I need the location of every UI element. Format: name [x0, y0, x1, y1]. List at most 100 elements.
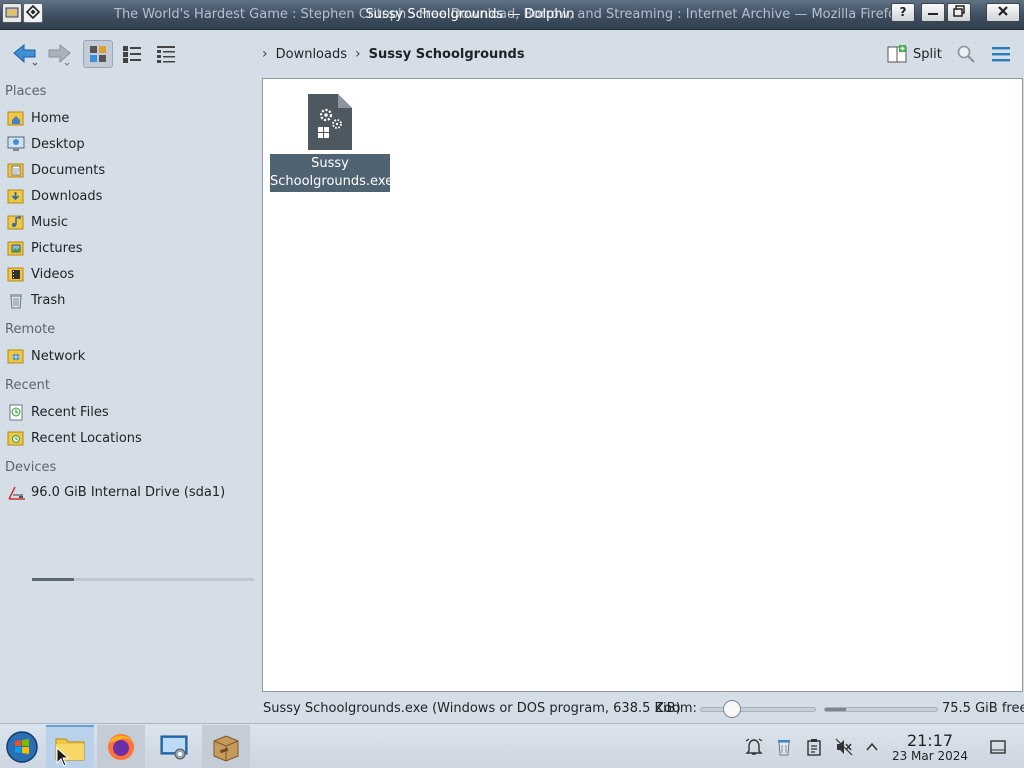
- sidebar-item-label: Home: [31, 110, 70, 126]
- section-remote: Remote: [5, 322, 56, 337]
- details-view-button[interactable]: [151, 40, 181, 68]
- breadcrumb: › Downloads › Sussy Schoolgrounds: [262, 46, 525, 62]
- trash-icon: [7, 291, 25, 309]
- compact-view-icon: [123, 46, 141, 63]
- videos-folder-icon: [7, 265, 25, 283]
- hamburger-icon: [992, 47, 1010, 62]
- zoom-slider-handle[interactable]: [723, 700, 742, 718]
- sidebar-item-label: Pictures: [31, 240, 83, 256]
- file-name-line: Schoolgrounds.exe: [270, 174, 394, 189]
- section-devices: Devices: [5, 460, 57, 475]
- firefox-icon: [108, 733, 134, 760]
- documents-folder-icon: [7, 161, 25, 179]
- status-file-info: Sussy Schoolgrounds.exe (Windows or DOS …: [263, 701, 681, 716]
- sidebar-item-music[interactable]: Music: [7, 211, 68, 233]
- clock[interactable]: 21:17 23 Mar 2024: [888, 732, 972, 763]
- hamburger-menu-button[interactable]: [986, 40, 1016, 68]
- sidebar-item-pictures[interactable]: Pictures: [7, 237, 82, 259]
- sidebar-item-recent-locations[interactable]: Recent Locations: [7, 427, 142, 449]
- sidebar-item-label: Videos: [31, 266, 75, 282]
- sidebar-item-network[interactable]: Network: [7, 345, 85, 367]
- show-desktop-icon[interactable]: [988, 737, 1008, 757]
- sidebar-item-label: 96.0 GiB Internal Drive (sda1): [31, 484, 226, 500]
- minimize-button[interactable]: [921, 3, 945, 22]
- notifications-icon[interactable]: [744, 737, 764, 757]
- mouse-cursor-icon: [56, 747, 70, 767]
- taskbar-dolphin[interactable]: [46, 725, 94, 768]
- breadcrumb-current[interactable]: Sussy Schoolgrounds: [369, 47, 525, 62]
- free-space-label: 75.5 GiB free: [942, 701, 1024, 716]
- icons-view-button[interactable]: [83, 40, 113, 68]
- back-button[interactable]: [8, 40, 42, 68]
- details-view-icon: [157, 46, 175, 63]
- sidebar-item-desktop[interactable]: Desktop: [7, 133, 85, 155]
- home-folder-icon: [7, 109, 25, 127]
- search-icon: [957, 45, 975, 63]
- sidebar-item-internal-drive[interactable]: 96.0 GiB Internal Drive (sda1): [7, 481, 225, 503]
- drive-usage-fill: [32, 578, 75, 581]
- places-panel: Places Home Desktop Documents Downloads …: [0, 78, 262, 696]
- hard-drive-icon: [7, 483, 25, 501]
- file-view[interactable]: Sussy Schoolgrounds.exe: [262, 78, 1023, 692]
- clipboard-recycle-icon[interactable]: [774, 737, 794, 757]
- taskbar-package-manager[interactable]: [202, 725, 250, 768]
- search-button[interactable]: [951, 40, 981, 68]
- close-button[interactable]: [986, 3, 1020, 22]
- icons-view-icon: [90, 46, 106, 62]
- sidebar-item-recent-files[interactable]: Recent Files: [7, 401, 109, 423]
- minimize-icon: [928, 13, 938, 15]
- arrow-left-icon: [13, 43, 38, 66]
- sidebar-item-home[interactable]: Home: [7, 107, 69, 129]
- status-bar: Sussy Schoolgrounds.exe (Windows or DOS …: [262, 698, 1024, 720]
- start-orb-icon: [6, 730, 38, 763]
- start-menu-button[interactable]: [0, 725, 44, 768]
- disk-space-bar: [824, 707, 938, 712]
- sidebar-item-label: Music: [31, 214, 68, 230]
- taskbar: 21:17 23 Mar 2024: [0, 723, 1024, 768]
- disk-space-fill: [825, 708, 847, 711]
- compact-view-button[interactable]: [117, 40, 147, 68]
- chevron-up-icon[interactable]: [862, 737, 882, 757]
- forward-button[interactable]: [44, 40, 74, 68]
- arrow-right-icon: [48, 43, 71, 66]
- clipboard-icon[interactable]: [804, 737, 824, 757]
- recent-locations-icon: [7, 429, 25, 447]
- split-view-icon: [887, 45, 907, 63]
- sidebar-item-documents[interactable]: Documents: [7, 159, 105, 181]
- sidebar-item-downloads[interactable]: Downloads: [7, 185, 102, 207]
- section-places: Places: [5, 84, 47, 99]
- sidebar-item-label: Downloads: [31, 188, 103, 204]
- split-button[interactable]: Split: [886, 42, 942, 66]
- chevron-right-icon[interactable]: ›: [355, 46, 361, 62]
- sidebar-item-label: Recent Files: [31, 404, 109, 420]
- downloads-folder-icon: [7, 187, 25, 205]
- recent-files-icon: [7, 403, 25, 421]
- file-name-line: Sussy: [311, 156, 349, 171]
- section-recent: Recent: [5, 378, 50, 393]
- zoom-slider[interactable]: [700, 707, 816, 712]
- desktop-icon: [7, 135, 25, 153]
- taskbar-system-settings[interactable]: [150, 725, 198, 768]
- restore-icon: [953, 5, 965, 17]
- network-folder-icon: [7, 347, 25, 365]
- volume-muted-icon[interactable]: [834, 737, 854, 757]
- main-toolbar: › Downloads › Sussy Schoolgrounds Split: [0, 31, 1024, 77]
- sidebar-item-label: Recent Locations: [31, 430, 142, 446]
- music-folder-icon: [7, 213, 25, 231]
- sidebar-item-label: Documents: [31, 162, 106, 178]
- chevron-right-icon[interactable]: ›: [262, 46, 268, 62]
- sidebar-item-videos[interactable]: Videos: [7, 263, 74, 285]
- window-titlebar[interactable]: The World's Hardest Game : Stephen Crito…: [0, 0, 1024, 30]
- maximize-button[interactable]: [947, 3, 971, 22]
- window-title: Sussy Schoolgrounds — Dolphin: [365, 7, 575, 22]
- sidebar-item-trash[interactable]: Trash: [7, 289, 65, 311]
- help-button[interactable]: ?: [891, 3, 915, 22]
- split-label: Split: [913, 46, 942, 62]
- package-icon: [213, 734, 239, 762]
- file-item-sussy-schoolgrounds[interactable]: Sussy Schoolgrounds.exe: [269, 91, 394, 192]
- sidebar-item-label: Desktop: [31, 136, 85, 152]
- pictures-folder-icon: [7, 239, 25, 257]
- zoom-label: Zoom:: [655, 701, 697, 716]
- breadcrumb-downloads[interactable]: Downloads: [276, 47, 347, 62]
- taskbar-firefox[interactable]: [97, 725, 145, 768]
